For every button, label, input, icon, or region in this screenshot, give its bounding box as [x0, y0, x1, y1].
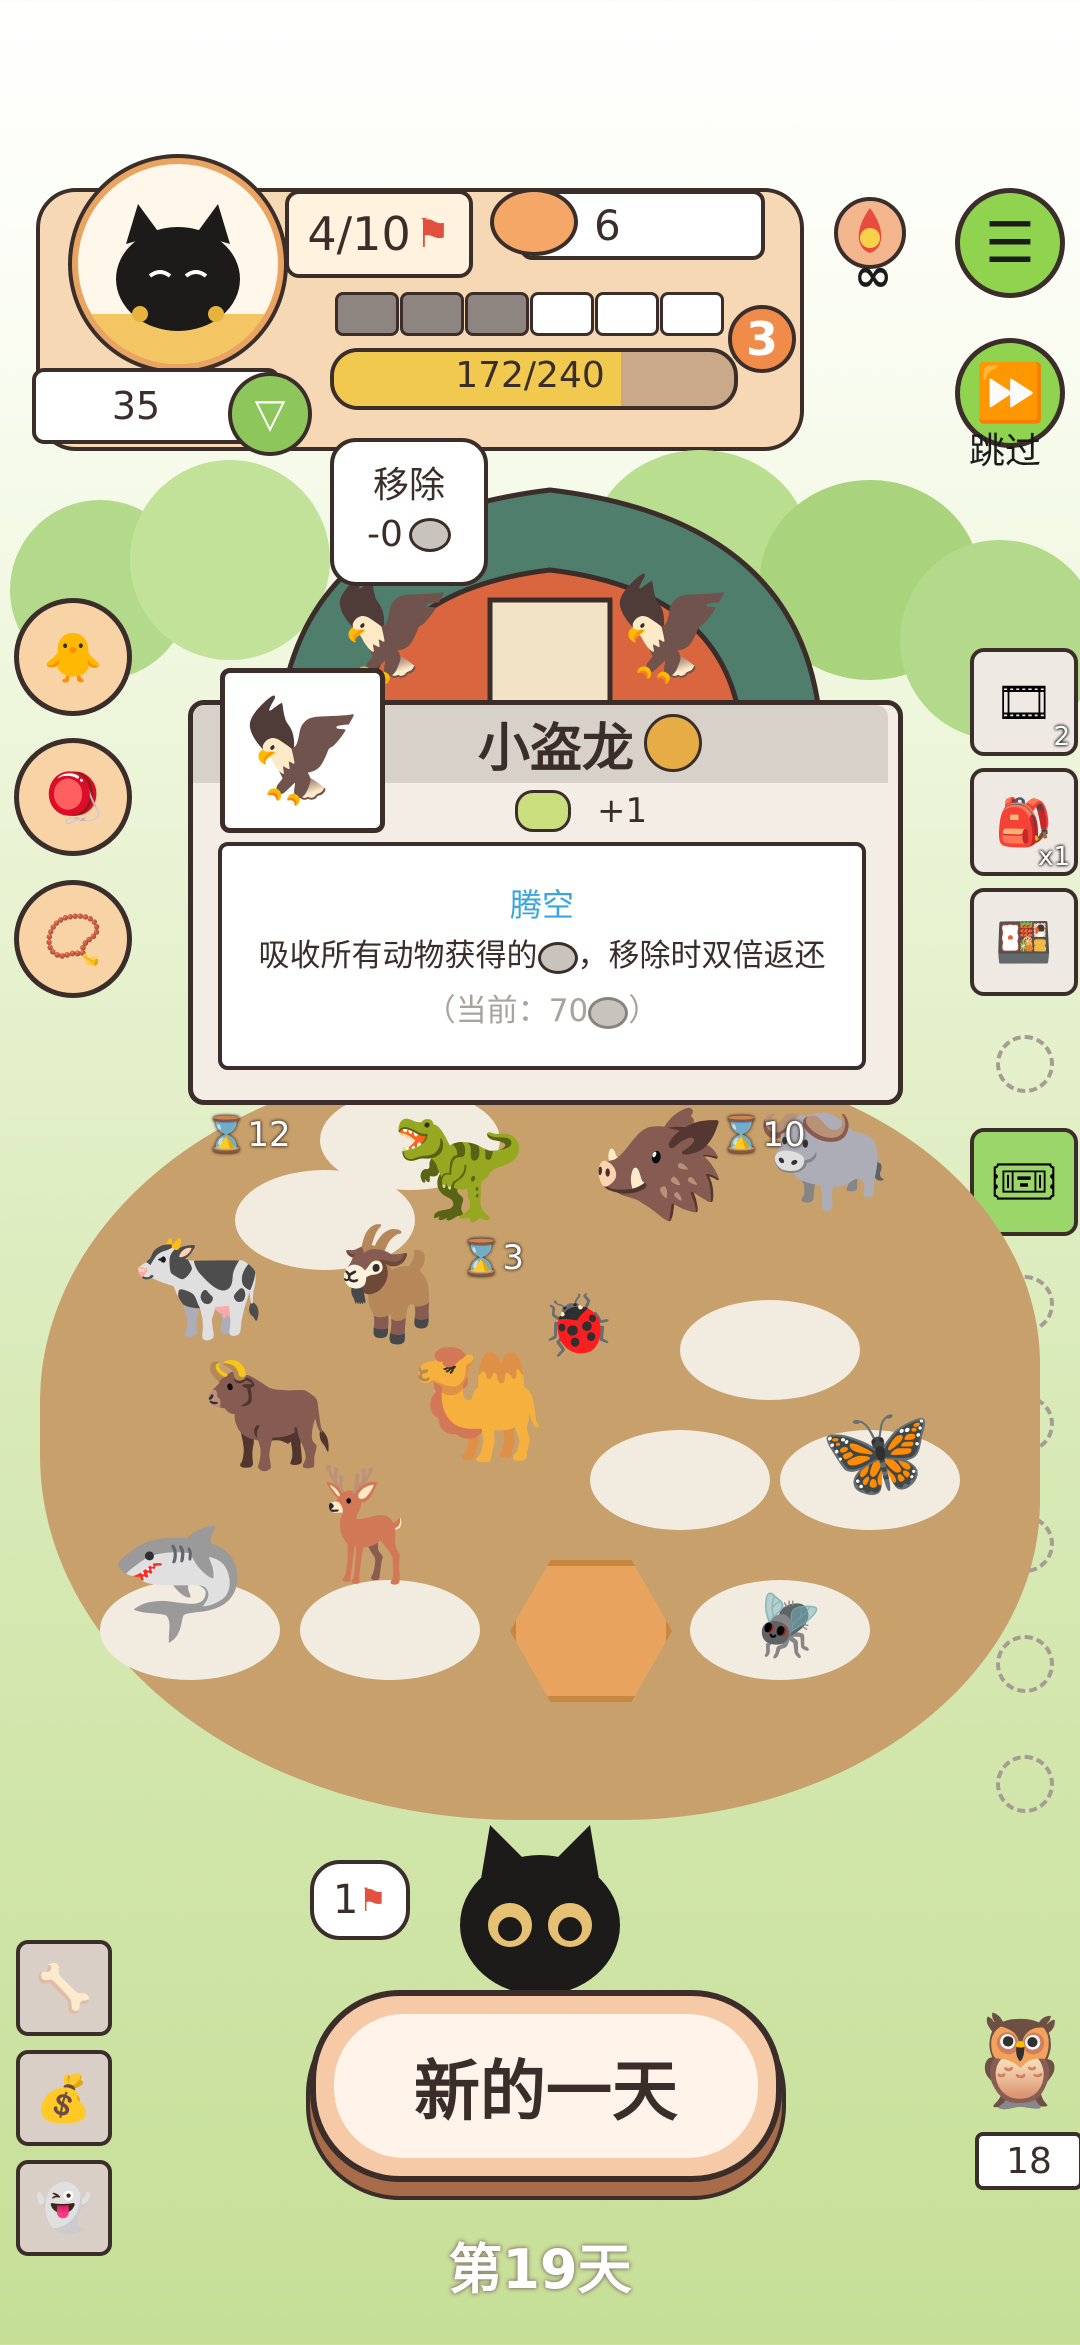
timer-badge: ⌛10	[720, 1115, 806, 1155]
timer-badge: ⌛12	[205, 1115, 291, 1155]
bonus-value: +1	[597, 791, 648, 831]
ladybug-animal[interactable]: 🐞	[540, 1290, 615, 1361]
menu-button[interactable]: ☰	[955, 188, 1065, 298]
level-badge: 3	[728, 305, 796, 373]
animal-portrait: 🦅	[220, 668, 385, 833]
inventory-slot[interactable]: 🎞 2	[970, 648, 1078, 756]
inventory-slot[interactable]: 🎒 x1	[970, 768, 1078, 876]
remove-cost: -0	[334, 514, 484, 555]
xp-text: 172/240	[455, 354, 605, 396]
dinosaur-animal[interactable]: 🦖	[390, 1100, 527, 1229]
current-prefix: （当前：70	[424, 993, 589, 1029]
raptor-icon: 🦅	[240, 691, 365, 809]
remove-label: 移除	[372, 465, 445, 506]
empty-slot	[996, 1635, 1054, 1693]
farm-tile[interactable]	[300, 1580, 480, 1680]
food-box-icon: 🍱	[995, 914, 1053, 969]
flag-bubble: 1 ⚑	[310, 1860, 410, 1940]
cow-animal[interactable]: 🐄	[130, 1220, 267, 1349]
owl-counter: 18	[975, 2132, 1080, 2190]
farm-tile[interactable]	[680, 1300, 860, 1400]
flag-icon: ⚑	[414, 211, 451, 257]
ghost-icon: 👻	[35, 2180, 93, 2235]
new-day-label: 新的一天	[334, 2014, 758, 2158]
remove-bubble[interactable]: 移除 -0	[330, 438, 488, 586]
ability-slot[interactable]: 🦴	[16, 1940, 112, 2036]
animal-name: 小盗龙	[477, 718, 634, 779]
ticket-icon: 🎟	[989, 1150, 1059, 1213]
timer-value: 10	[762, 1115, 806, 1155]
slot-count: 2	[1053, 722, 1070, 752]
flag-counter: 4/10 ⚑	[285, 190, 473, 278]
fast-forward-icon: ⏩	[975, 361, 1045, 426]
dino-skull-icon: 🦴	[35, 1960, 93, 2015]
progress-segment	[400, 292, 464, 336]
coin-icon	[408, 517, 451, 552]
coin-bowl-icon	[490, 188, 578, 256]
side-item-collar[interactable]: 📿	[14, 880, 132, 998]
butterfly-animal[interactable]: 🦋	[820, 1400, 932, 1505]
coin-icon	[588, 996, 629, 1029]
goat-animal[interactable]: 🐐	[320, 1220, 457, 1349]
list-icon: ☰	[984, 210, 1036, 276]
reel-icon: 🎞	[994, 674, 1054, 729]
side-item-toy[interactable]: 🪀	[14, 738, 132, 856]
inventory-slot[interactable]: 🍱	[970, 888, 1078, 996]
black-cat-mascot[interactable]	[450, 1825, 630, 1995]
timer-value: 3	[502, 1238, 524, 1278]
owl-icon[interactable]: 🦉	[964, 2000, 1076, 2120]
flag-count: 4/10	[307, 207, 411, 261]
antelope-animal[interactable]: 🦌	[300, 1460, 437, 1589]
coin-count: 6	[594, 200, 621, 250]
toy-icon: 🪀	[43, 769, 103, 826]
empty-slot	[996, 1035, 1054, 1093]
chick-icon: 🐥	[43, 629, 103, 686]
black-cat-icon	[78, 204, 278, 364]
health-value: 35	[111, 384, 161, 428]
day-label: 第19天	[448, 2238, 632, 2301]
skill-name: 腾空	[509, 886, 574, 924]
remove-cost-value: -0	[367, 514, 403, 555]
animal-name-row: 小盗龙	[380, 710, 800, 779]
snail-shell-icon	[515, 790, 571, 832]
timer-value: 12	[247, 1115, 291, 1155]
raptor-icon: 🦅	[610, 570, 735, 687]
farm-tile[interactable]	[590, 1430, 770, 1530]
ability-slot[interactable]: 💰	[16, 2050, 112, 2146]
fly-animal[interactable]: 🪰	[750, 1590, 825, 1661]
coin-icon	[537, 941, 578, 974]
progress-segment	[530, 292, 594, 336]
skill-desc-part1: 吸收所有动物获得的	[258, 938, 538, 974]
infinite-label: ∞	[853, 248, 893, 302]
flag-bubble-count: 1	[332, 1877, 359, 1923]
ability-slot[interactable]: 👻	[16, 2160, 112, 2256]
skill-current: （当前：70 ）	[218, 985, 866, 1030]
progress-segment	[660, 292, 724, 336]
flag-icon: ⚑	[358, 1881, 388, 1919]
sack-icon: 💰	[35, 2070, 93, 2125]
camel-animal[interactable]: 🐫	[410, 1340, 547, 1469]
bonus-row: +1	[515, 790, 647, 832]
progress-segment	[335, 292, 399, 336]
dino-egg-icon	[644, 714, 702, 772]
skill-description: 吸收所有动物获得的 ，移除时双倍返还	[218, 930, 866, 975]
shark-cat-animal[interactable]: 🦈	[110, 1520, 247, 1649]
new-day-button[interactable]: 新的一天	[310, 1990, 782, 2182]
side-item-chick[interactable]: 🐥	[14, 598, 132, 716]
progress-segment	[595, 292, 659, 336]
current-suffix: ）	[628, 993, 660, 1029]
progress-segment	[465, 292, 529, 336]
skill-desc-part2: ，移除时双倍返还	[577, 938, 826, 974]
empty-slot	[996, 1755, 1054, 1813]
player-avatar[interactable]	[72, 158, 284, 370]
collar-icon: 📿	[43, 911, 103, 968]
boar-animal[interactable]: 🐗	[590, 1100, 727, 1229]
slot-count: x1	[1038, 842, 1070, 872]
timer-badge: ⌛3	[460, 1238, 524, 1278]
